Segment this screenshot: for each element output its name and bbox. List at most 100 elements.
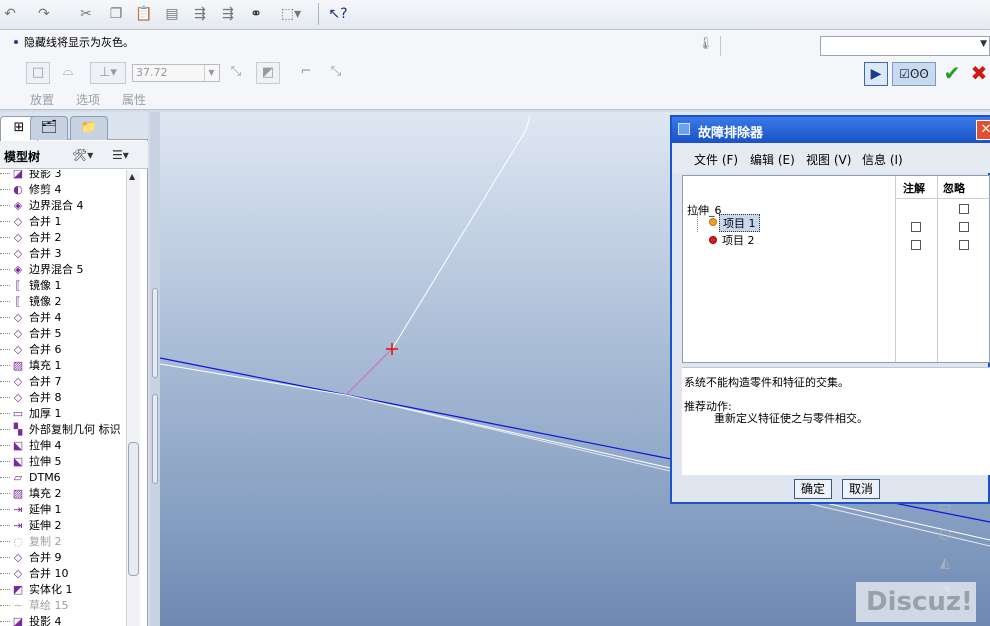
remove-material-icon[interactable]: ◩	[256, 62, 280, 84]
tree-item[interactable]: ◇ 合并 4	[0, 310, 126, 326]
ignore-checkbox[interactable]	[959, 240, 969, 250]
tree-settings-button[interactable]: 🛠▾	[72, 146, 93, 164]
find-icon[interactable]: ⚭	[246, 4, 266, 24]
tree-item[interactable]: ⟦ 镜像 1	[0, 278, 126, 294]
tab-properties[interactable]: 属性	[122, 91, 146, 108]
cancel-button[interactable]: 取消	[842, 479, 880, 499]
main-toolbar: ↶ ↷ ✂ ❐ 📋 ▤ ⇶ ⇶ ⚭ ⬚▾ ↖?	[0, 0, 990, 30]
surface-icon[interactable]: ⌓	[56, 62, 80, 84]
ignore-checkbox[interactable]	[959, 204, 969, 214]
message-combo[interactable]: ▼	[820, 36, 990, 56]
paste-icon[interactable]: 📋	[134, 4, 154, 24]
tree-connector	[0, 253, 10, 254]
tab-options[interactable]: 选项	[76, 91, 100, 108]
cut-icon[interactable]: ✂	[76, 4, 96, 24]
tree-item-label: 投影 4	[29, 615, 62, 626]
tree-item[interactable]: ▨ 填充 1	[0, 358, 126, 374]
watermark-logo: Discuz!	[856, 582, 976, 622]
panel-splitter[interactable]	[150, 112, 160, 626]
view-tool-icon[interactable]: ⬡	[934, 524, 956, 546]
tree-item[interactable]: ◈ 边界混合 4	[0, 198, 126, 214]
menu-edit[interactable]: 编辑 (E)	[750, 151, 795, 168]
tree-item[interactable]: ◇ 合并 10	[0, 566, 126, 582]
tree-item[interactable]: ⇥ 延伸 2	[0, 518, 126, 534]
flip-thicken-icon[interactable]: ⤡	[324, 62, 348, 84]
thicken-sketch-icon[interactable]: ⌐	[294, 62, 318, 84]
depth-option-icon[interactable]: ⊥▾	[90, 62, 126, 84]
tree-item[interactable]: ⬕ 拉伸 5	[0, 454, 126, 470]
menu-file[interactable]: 文件 (F)	[694, 151, 738, 168]
tree-item[interactable]: ▭ 加厚 1	[0, 406, 126, 422]
tree-item[interactable]: ◌ 复制 2	[0, 534, 126, 550]
apply-button[interactable]: ✔	[940, 62, 964, 86]
column-note[interactable]: 注解	[903, 180, 925, 196]
tree-item-label: 镜像 2	[29, 295, 62, 308]
tab-placement[interactable]: 放置	[30, 91, 54, 108]
tree-item-label: DTM6	[29, 471, 61, 484]
dialog-titlebar[interactable]: 故障排除器	[672, 117, 990, 143]
preview-button[interactable]: ☑ʘʘ	[892, 62, 936, 86]
menu-info[interactable]: 信息 (I)	[862, 151, 903, 168]
tree-item[interactable]: ◇ 合并 9	[0, 550, 126, 566]
note-checkbox[interactable]	[911, 222, 921, 232]
scroll-up-icon[interactable]: ▲	[129, 172, 135, 181]
tree-item[interactable]: ◪ 投影 3	[0, 170, 126, 182]
tree-item[interactable]: ⟦ 镜像 2	[0, 294, 126, 310]
tree-item[interactable]: ◇ 合并 5	[0, 326, 126, 342]
ok-button[interactable]: 确定	[794, 479, 832, 499]
splitter-grip[interactable]	[152, 288, 158, 378]
selection-box-icon[interactable]: ⬚▾	[274, 4, 308, 24]
glasses-icon: ʘʘ	[909, 67, 929, 81]
tree-connector	[0, 525, 10, 526]
whats-this-icon[interactable]: ↖?	[328, 4, 348, 24]
tree-item[interactable]: ▚ 外部复制几何 标识	[0, 422, 126, 438]
tree-item[interactable]: ◪ 投影 4	[0, 614, 126, 626]
tree-item[interactable]: ⇥ 延伸 1	[0, 502, 126, 518]
tree-item[interactable]: ◇ 合并 3	[0, 246, 126, 262]
depth-input[interactable]: 37.72 ▼	[132, 64, 220, 82]
tab-favorites[interactable]: 📁	[70, 116, 108, 140]
tree-item[interactable]: ▨ 填充 2	[0, 486, 126, 502]
view-tool-icon[interactable]: ◭	[934, 552, 956, 574]
list-item[interactable]: 项目 2	[722, 232, 755, 248]
splitter-grip[interactable]	[152, 394, 158, 484]
tree-connector	[0, 573, 10, 574]
tree-connector	[0, 413, 10, 414]
regenerate-icon[interactable]: ⇶	[190, 4, 210, 24]
list-item[interactable]: 项目 1	[719, 214, 760, 232]
scrollbar-thumb[interactable]	[128, 442, 139, 576]
copy-icon[interactable]: ❐	[106, 4, 126, 24]
resume-button[interactable]: ▶	[864, 62, 888, 86]
tree-item[interactable]: ◐ 修剪 4	[0, 182, 126, 198]
menu-view[interactable]: 视图 (V)	[806, 151, 851, 168]
tree-show-button[interactable]: ☰▾	[112, 146, 129, 164]
tree-icon: ⊞	[13, 120, 25, 135]
tree-item[interactable]: ◇ 合并 8	[0, 390, 126, 406]
chevron-down-icon[interactable]: ▼	[204, 65, 218, 81]
flip-direction-icon[interactable]: ⤡	[224, 62, 248, 84]
solid-icon[interactable]: □	[26, 62, 50, 84]
tree-item-label: 合并 5	[29, 327, 62, 340]
redo-icon[interactable]: ↷	[34, 4, 54, 24]
tree-item[interactable]: ◇ 合并 1	[0, 214, 126, 230]
tree-item[interactable]: ◈ 边界混合 5	[0, 262, 126, 278]
note-checkbox[interactable]	[911, 240, 921, 250]
tree-item[interactable]: ◇ 合并 2	[0, 230, 126, 246]
cancel-feature-button[interactable]: ✖	[968, 62, 990, 86]
tab-folder-browser[interactable]: 🗂	[30, 116, 68, 140]
paste-special-icon[interactable]: ▤	[162, 4, 182, 24]
dialog-close-button[interactable]: ✕	[976, 120, 990, 140]
merge-icon: ◇	[13, 343, 23, 356]
tree-item[interactable]: ◇ 合并 7	[0, 374, 126, 390]
tree-item[interactable]: ▱ DTM6	[0, 470, 126, 486]
tree-item[interactable]: ∼ 草绘 15	[0, 598, 126, 614]
regenerate-manager-icon[interactable]: ⇶	[218, 4, 238, 24]
tree-item[interactable]: ◇ 合并 6	[0, 342, 126, 358]
tree-item[interactable]: ⬕ 拉伸 4	[0, 438, 126, 454]
model-tree-scrollbar[interactable]: ▲	[126, 170, 140, 626]
tree-item[interactable]: ◩ 实体化 1	[0, 582, 126, 598]
undo-icon[interactable]: ↶	[0, 4, 20, 24]
column-ignore[interactable]: 忽略	[943, 180, 965, 196]
dialog-title: 故障排除器	[698, 126, 764, 141]
ignore-checkbox[interactable]	[959, 222, 969, 232]
